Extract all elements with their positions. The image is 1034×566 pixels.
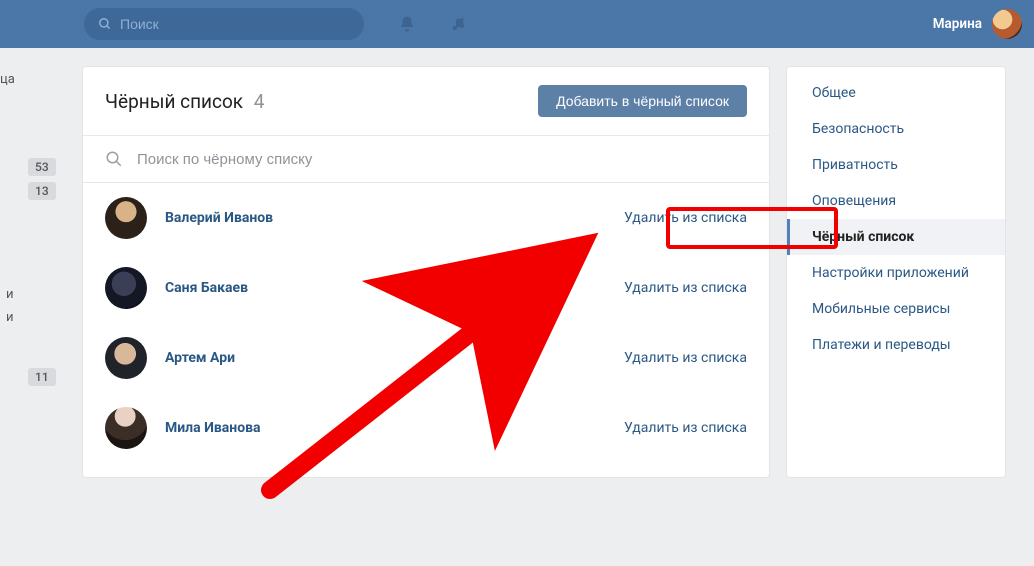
remove-from-list-link[interactable]: Удалить из списка [624,420,747,436]
panel-search [83,136,769,183]
user-menu[interactable]: Марина [933,0,1022,48]
list-item: Артем Ари Удалить из списка [83,323,769,393]
search-input[interactable] [120,16,350,32]
sidebar-item-security[interactable]: Безопасность [787,111,1005,147]
username: Марина [933,16,982,32]
nav-badge: 53 [28,158,56,176]
remove-from-list-link[interactable]: Удалить из списка [624,210,747,226]
sidebar-item-app-settings[interactable]: Настройки приложений [787,255,1005,291]
search-icon [98,17,112,31]
remove-from-list-link[interactable]: Удалить из списка [624,280,747,296]
content: Чёрный список 4 Добавить в чёрный список… [82,66,1006,478]
panel-head: Чёрный список 4 Добавить в чёрный список [83,67,769,136]
topbar: Марина [0,0,1034,48]
user-avatar[interactable] [105,267,147,309]
sidebar-item-privacy[interactable]: Приватность [787,147,1005,183]
nav-cut-text: и [0,283,64,306]
search-wrap[interactable] [84,8,364,40]
search-icon [105,150,123,168]
user-name-link[interactable]: Саня Бакаев [165,280,624,296]
sidebar-item-payments[interactable]: Платежи и переводы [787,327,1005,363]
user-name-link[interactable]: Артем Ари [165,350,624,366]
list-item: Мила Иванова Удалить из списка [83,393,769,463]
sidebar-item-mobile[interactable]: Мобильные сервисы [787,291,1005,327]
nav-badge: 13 [28,182,56,200]
user-name-link[interactable]: Мила Иванова [165,420,624,436]
user-avatar[interactable] [105,337,147,379]
blacklist-panel: Чёрный список 4 Добавить в чёрный список… [82,66,770,478]
blacklist-search-input[interactable] [137,151,747,168]
remove-from-list-link[interactable]: Удалить из списка [624,350,747,366]
list-item: Валерий Иванов Удалить из списка [83,183,769,253]
music-icon[interactable] [450,16,466,32]
avatar [992,9,1022,39]
title-text: Чёрный список [105,90,243,113]
settings-sidebar: Общее Безопасность Приватность Оповещени… [786,66,1006,478]
user-avatar[interactable] [105,407,147,449]
sidebar-item-blacklist[interactable]: Чёрный список [787,219,1005,255]
nav-cut-text: и [0,306,64,329]
notifications-icon[interactable] [398,15,416,33]
list-item: Саня Бакаев Удалить из списка [83,253,769,323]
user-name-link[interactable]: Валерий Иванов [165,210,624,226]
add-to-blacklist-button[interactable]: Добавить в чёрный список [538,85,747,117]
title-count: 4 [254,90,265,113]
left-nav-fragment: ца 53 13 и и 11 [0,66,64,389]
sidebar-item-notifications[interactable]: Оповещения [787,183,1005,219]
nav-cut-label: ца [0,66,64,99]
nav-badge: 11 [28,368,56,386]
sidebar-item-general[interactable]: Общее [787,75,1005,111]
page-title: Чёрный список 4 [105,90,264,113]
user-avatar[interactable] [105,197,147,239]
